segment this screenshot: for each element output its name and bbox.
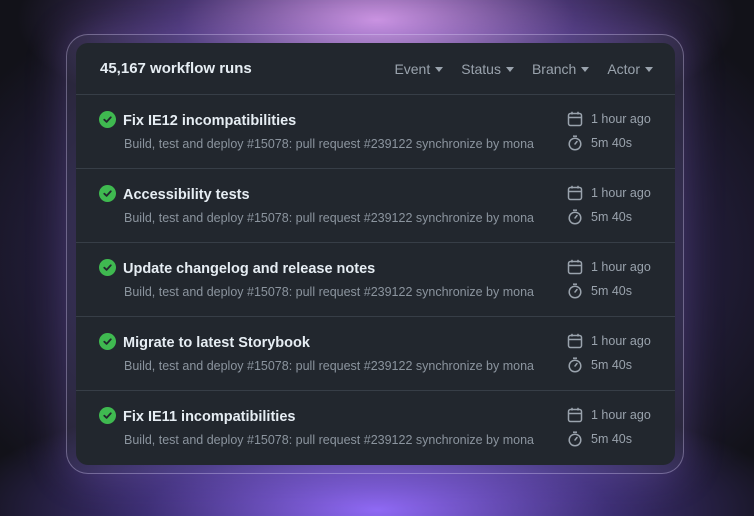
calendar-icon bbox=[567, 407, 583, 423]
run-time-label: 1 hour ago bbox=[591, 186, 651, 200]
stopwatch-icon bbox=[567, 357, 583, 373]
filter-label: Branch bbox=[531, 60, 577, 77]
run-time: 1 hour ago bbox=[567, 185, 651, 201]
run-time: 1 hour ago bbox=[567, 259, 651, 275]
run-duration-label: 5m 40s bbox=[591, 432, 632, 446]
caret-down-icon bbox=[645, 67, 653, 72]
run-title-link[interactable]: Update changelog and release notes bbox=[123, 261, 375, 277]
check-circle-icon bbox=[99, 333, 116, 350]
run-time-label: 1 hour ago bbox=[591, 112, 651, 126]
filter-branch-dropdown[interactable]: Branch bbox=[531, 60, 590, 77]
run-duration-label: 5m 40s bbox=[591, 136, 632, 150]
run-time-label: 1 hour ago bbox=[591, 260, 651, 274]
filter-label: Status bbox=[461, 60, 501, 77]
run-duration: 5m 40s bbox=[567, 209, 632, 225]
workflow-run-row[interactable]: Fix IE12 incompatibilities Build, test a… bbox=[76, 95, 675, 169]
run-duration: 5m 40s bbox=[567, 357, 632, 373]
run-duration-label: 5m 40s bbox=[591, 284, 632, 298]
run-duration-label: 5m 40s bbox=[591, 210, 632, 224]
run-description: Build, test and deploy #15078: pull requ… bbox=[124, 433, 535, 447]
workflow-run-row[interactable]: Fix IE11 incompatibilities Build, test a… bbox=[76, 391, 675, 465]
run-description: Build, test and deploy #15078: pull requ… bbox=[124, 137, 535, 151]
filter-actor-dropdown[interactable]: Actor bbox=[607, 61, 653, 77]
run-title-link[interactable]: Fix IE12 incompatibilities bbox=[123, 113, 296, 129]
caret-down-icon bbox=[505, 67, 514, 72]
run-time: 1 hour ago bbox=[567, 111, 651, 127]
filter-label: Actor bbox=[607, 60, 640, 77]
run-title-link[interactable]: Fix IE11 incompatibilities bbox=[123, 409, 295, 425]
run-duration: 5m 40s bbox=[567, 135, 632, 151]
run-time: 1 hour ago bbox=[567, 407, 651, 423]
check-circle-icon bbox=[99, 407, 116, 424]
run-title-link[interactable]: Migrate to latest Storybook bbox=[123, 335, 310, 351]
check-circle-icon bbox=[99, 111, 116, 128]
run-time-label: 1 hour ago bbox=[591, 408, 651, 422]
workflow-runs-count: 45,167 workflow runs bbox=[100, 60, 252, 77]
panel-header: 45,167 workflow runs Event Status Branch… bbox=[76, 43, 675, 95]
check-circle-icon bbox=[99, 259, 116, 276]
filter-bar: Event Status Branch Actor bbox=[394, 61, 653, 77]
workflow-run-row[interactable]: Accessibility tests Build, test and depl… bbox=[76, 169, 675, 243]
calendar-icon bbox=[567, 111, 583, 127]
run-title-link[interactable]: Accessibility tests bbox=[123, 187, 250, 203]
run-duration-label: 5m 40s bbox=[591, 358, 632, 372]
run-time-label: 1 hour ago bbox=[591, 334, 651, 348]
filter-event-dropdown[interactable]: Event bbox=[394, 60, 444, 77]
workflow-runs-panel: 45,167 workflow runs Event Status Branch… bbox=[76, 43, 675, 465]
run-duration: 5m 40s bbox=[567, 283, 632, 299]
workflow-run-row[interactable]: Migrate to latest Storybook Build, test … bbox=[76, 317, 675, 391]
stopwatch-icon bbox=[567, 431, 583, 447]
workflow-run-row[interactable]: Update changelog and release notes Build… bbox=[76, 243, 675, 317]
run-description: Build, test and deploy #15078: pull requ… bbox=[124, 285, 535, 299]
calendar-icon bbox=[567, 185, 583, 201]
check-circle-icon bbox=[99, 185, 116, 202]
calendar-icon bbox=[567, 259, 583, 275]
caret-down-icon bbox=[435, 67, 444, 72]
stopwatch-icon bbox=[567, 209, 583, 225]
stopwatch-icon bbox=[567, 283, 583, 299]
run-duration: 5m 40s bbox=[567, 431, 632, 447]
caret-down-icon bbox=[581, 67, 590, 72]
filter-status-dropdown[interactable]: Status bbox=[461, 61, 514, 77]
filter-label: Event bbox=[394, 60, 431, 77]
run-description: Build, test and deploy #15078: pull requ… bbox=[124, 359, 535, 373]
run-time: 1 hour ago bbox=[567, 333, 651, 349]
stopwatch-icon bbox=[567, 135, 583, 151]
calendar-icon bbox=[567, 333, 583, 349]
run-description: Build, test and deploy #15078: pull requ… bbox=[124, 211, 535, 225]
